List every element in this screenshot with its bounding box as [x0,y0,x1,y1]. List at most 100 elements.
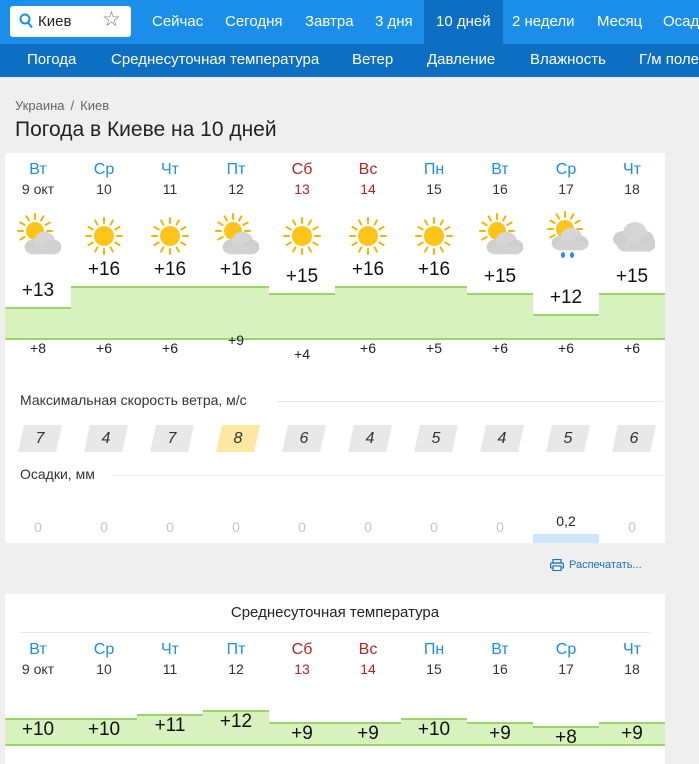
day-name: Вт [491,641,509,658]
day-column-header: Чт 11 [137,161,203,197]
tab-10-days[interactable]: 10 дней [424,0,503,44]
subnav-avg-temperature[interactable]: Среднесуточная температура [111,51,319,68]
search-input[interactable]: Киев [38,13,71,30]
max-temperature: +12 [549,287,583,308]
precip-value: 0 [298,519,306,535]
day-date: 9 окт [21,661,55,677]
avg-temperature: +10 [87,719,121,740]
day-date: 14 [360,661,376,677]
day-column-header: Сб 13 [269,641,335,677]
print-label[interactable]: Распечатать... [569,559,642,571]
tab-now[interactable]: Сейчас [152,13,203,30]
max-temperature: +16 [219,259,253,280]
day-date: 9 окт [21,181,55,197]
day-name: Вт [29,641,47,658]
day-column-header: Пн 15 [401,161,467,197]
day-date: 17 [558,661,574,677]
avg-temperature: +10 [417,719,451,740]
sun-icon [283,217,321,255]
day-column-header: Ср 10 [71,641,137,677]
wind-speed-value: 4 [497,430,507,447]
day-name: Сб [291,641,313,658]
avg-temperature: +9 [489,723,511,744]
sun-icon [349,217,387,255]
forecast-card: Максимальная скорость ветра, м/с Осадки,… [5,153,665,543]
sub-navigation: Погода Среднесуточная температура Ветер … [0,44,699,77]
day-date: 18 [624,661,640,677]
day-name: Чт [161,641,179,658]
printer-icon [550,559,564,572]
page-title: Погода в Киеве на 10 дней [15,118,277,141]
min-temperature: +6 [162,340,178,356]
wind-speed-cell: 7 [18,425,62,452]
day-date: 17 [558,181,574,197]
day-column-header: Ср 10 [71,161,137,197]
favorite-star-icon[interactable]: ☆ [102,9,121,30]
day-date: 16 [492,181,508,197]
min-temperature: +8 [30,340,46,356]
wind-speed-cell: 8 [216,425,260,452]
print-link[interactable]: Распечатать... [550,559,642,572]
city-search-box[interactable]: Киев ☆ [10,6,131,37]
tab-tomorrow[interactable]: Завтра [305,13,354,30]
partly-cloudy-icon [215,213,259,255]
wind-speed-value: 4 [365,430,375,447]
temperature-band-segment [269,293,335,340]
wind-speed-value: 4 [101,430,111,447]
day-name: Вс [358,641,378,658]
min-temperature: +6 [96,340,112,356]
precip-value: 0 [34,519,42,535]
day-date: 16 [492,661,508,677]
tab-precipitation[interactable]: Осад [663,13,699,30]
day-column-header: Вс 14 [335,641,401,677]
precip-value: 0 [496,519,504,535]
day-name: Вт [491,161,509,178]
avg-temperature: +9 [291,723,313,744]
day-column-header: Чт 18 [599,641,665,677]
day-date: 12 [228,661,244,677]
temperature-band-segment [137,286,203,340]
tab-3-days[interactable]: 3 дня [375,13,413,30]
subnav-humidity[interactable]: Влажность [530,51,606,68]
sun-icon [85,217,123,255]
subnav-pressure[interactable]: Давление [427,51,495,68]
day-column-header: Чт 11 [137,641,203,677]
wind-speed-value: 7 [167,430,177,447]
tab-2-weeks[interactable]: 2 недели [512,13,575,30]
wind-speed-value: 5 [563,430,573,447]
day-date: 12 [228,181,244,197]
subnav-geomagnetic[interactable]: Г/м поле [639,51,699,68]
min-temperature: +4 [294,346,310,362]
subnav-wind[interactable]: Ветер [352,51,393,68]
day-date: 15 [426,661,442,677]
max-temperature: +16 [153,259,187,280]
precip-value: 0 [100,519,108,535]
day-date: 18 [624,181,640,197]
day-name: Сб [291,161,313,178]
min-temperature: +5 [426,340,442,356]
divider [20,632,650,633]
wind-speed-cell: 6 [612,425,656,452]
day-column-header: Чт 18 [599,161,665,197]
avg-temperature: +10 [21,719,55,740]
wind-speed-value: 6 [629,430,639,447]
sun-icon [151,217,189,255]
max-temperature: +16 [417,259,451,280]
sun-icon [415,217,453,255]
day-name: Вс [358,161,378,178]
avg-temperature-card: Среднесуточная температура Вт 9 окт +10 Ср 1… [5,594,665,764]
breadcrumb-city[interactable]: Киев [80,98,109,113]
tab-today[interactable]: Сегодня [225,13,283,30]
subnav-weather[interactable]: Погода [27,51,76,68]
breadcrumb-country[interactable]: Украина [15,98,65,113]
max-temperature: +15 [285,266,319,287]
tab-month[interactable]: Месяц [597,13,642,30]
precip-value: 0 [166,519,174,535]
avg-temperature: +9 [621,723,643,744]
wind-speed-cell: 6 [282,425,326,452]
day-column-header: Пт 12 [203,641,269,677]
day-name: Пн [423,161,445,178]
day-name: Чт [623,161,641,178]
search-icon [19,13,33,29]
temperature-band-segment [599,293,665,340]
